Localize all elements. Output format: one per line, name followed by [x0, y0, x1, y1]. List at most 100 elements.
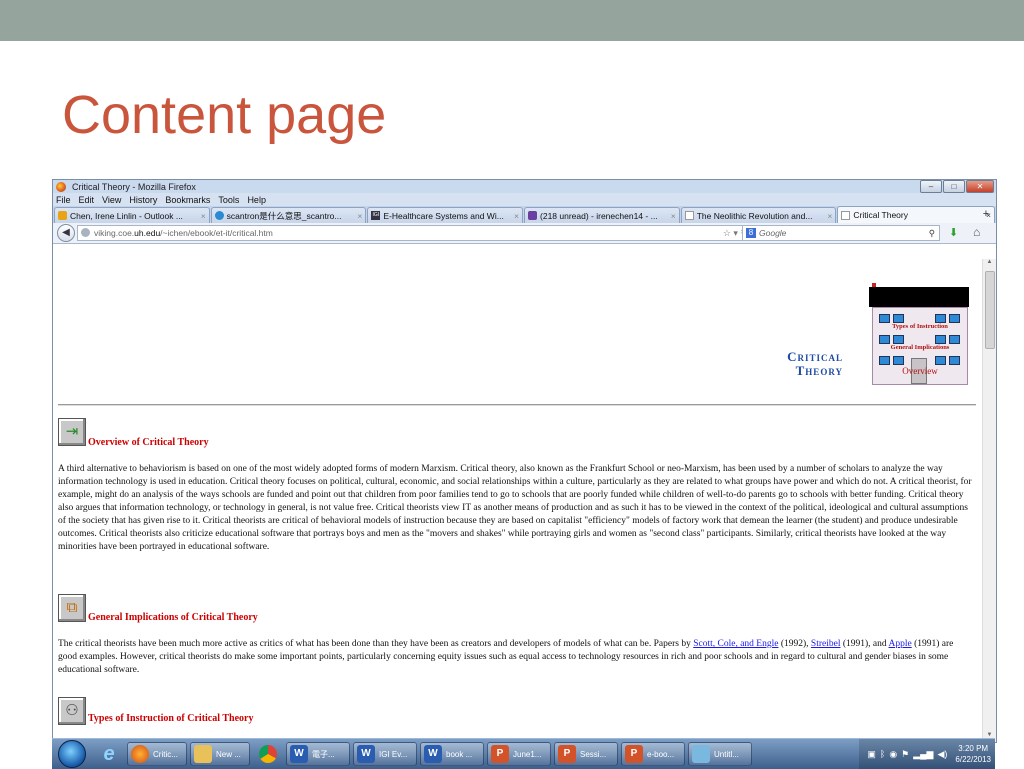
taskbar-label: June1... [513, 749, 542, 759]
box-icon: ⧉ [58, 594, 86, 622]
taskbar-ppt-1[interactable]: P June1... [487, 742, 551, 766]
maximize-button[interactable]: □ [943, 180, 965, 193]
navigation-bar: ◀ viking.coe.uh.edu/~ichen/ebook/et-it/c… [53, 223, 996, 244]
system-tray: ▣ ᛒ ◉ ⚑ ▂▄▆ ◀) 3:20 PM 6/22/2013 [859, 739, 995, 769]
building-roof [869, 287, 969, 307]
tab-ehealthcare[interactable]: IGI E-Healthcare Systems and Wi... × [367, 207, 524, 223]
link-scott-cole-engle[interactable]: Scott, Cole, and Engle [693, 639, 778, 649]
search-icon[interactable]: ⚲ [929, 226, 935, 240]
google-icon: 8 [746, 228, 756, 238]
navigation-building-image[interactable]: Types of Instruction General Implication… [869, 283, 969, 385]
web-page-content: Critical Theory Types of Instruction Gen… [53, 259, 982, 742]
page-icon [841, 210, 851, 220]
tab-close-icon[interactable]: × [514, 211, 519, 221]
search-placeholder: Google [759, 228, 787, 238]
clock-time: 3:20 PM [958, 744, 989, 753]
nav-overview[interactable]: Overview [873, 366, 967, 376]
browser-window: Critical Theory - Mozilla Firefox – □ ✕ … [52, 179, 997, 743]
home-icon[interactable]: ⌂ [973, 225, 980, 239]
vertical-scrollbar[interactable]: ▲ ▼ [982, 259, 996, 742]
logo-line-2: Theory [795, 363, 843, 378]
critical-theory-logo: Critical Theory [743, 350, 843, 378]
taskbar-untitled[interactable]: Untitl... [688, 742, 752, 766]
taskbar-word-2[interactable]: W IGI Ev... [353, 742, 417, 766]
taskbar-folder[interactable]: New ... [190, 742, 250, 766]
tab-close-icon[interactable]: × [357, 211, 362, 221]
taskbar-word-3[interactable]: Wbook ... [420, 742, 484, 766]
word-icon: W [290, 745, 308, 763]
url-prefix: viking.coe. [94, 228, 135, 238]
tab-close-icon[interactable]: × [827, 211, 832, 221]
word-icon: W [357, 745, 375, 763]
folder-icon [194, 745, 212, 763]
slide-title: Content page [62, 85, 387, 145]
tab-close-icon[interactable]: × [201, 211, 206, 221]
network-icon[interactable]: ▂▄▆ [913, 749, 933, 760]
back-button[interactable]: ◀ [57, 224, 75, 242]
nav-types-of-instruction[interactable]: Types of Instruction [873, 323, 967, 330]
new-tab-button[interactable]: + [978, 208, 994, 221]
taskbar-ppt-3[interactable]: Pe-boo... [621, 742, 685, 766]
nav-general-implications[interactable]: General Implications [873, 344, 967, 351]
taskbar-label: IGI Ev... [379, 749, 408, 759]
app-icon [692, 745, 710, 763]
taskbar-chrome[interactable] [253, 742, 283, 766]
bluetooth-icon[interactable]: ᛒ [880, 749, 885, 759]
clock[interactable]: 3:20 PM 6/22/2013 [955, 743, 991, 765]
powerpoint-icon: P [491, 745, 509, 763]
taskbar-firefox[interactable]: Critic... [127, 742, 187, 766]
tab-scantron[interactable]: scantron是什么意思_scantro... × [210, 207, 367, 223]
people-icon: ⚇ [58, 697, 86, 725]
flag-icon[interactable]: ⚑ [901, 749, 909, 760]
tab-label: The Neolithic Revolution and... [696, 210, 813, 221]
menu-bookmarks[interactable]: Bookmarks [165, 195, 210, 205]
tray-app-icon[interactable]: ▣ [867, 749, 876, 760]
minimize-button[interactable]: – [920, 180, 942, 193]
taskbar-label: New ... [216, 749, 241, 759]
taskbar-ppt-2[interactable]: P Sessi... [554, 742, 618, 766]
url-path: /~ichen/ebook/et-it/critical.htm [160, 228, 273, 238]
tab-outlook[interactable]: Chen, Irene Linlin - Outlook ... × [54, 207, 210, 223]
ie-icon: e [103, 742, 115, 765]
scroll-up-arrow[interactable]: ▲ [983, 259, 996, 269]
para-text: (1992), [778, 639, 811, 649]
tab-label: E-Healthcare Systems and Wi... [383, 210, 504, 221]
download-icon[interactable]: ⬇ [949, 226, 958, 239]
start-button[interactable] [58, 740, 86, 768]
tab-critical-theory[interactable]: Critical Theory × [837, 206, 996, 223]
powerpoint-icon: P [625, 745, 643, 763]
chrome-icon [259, 745, 277, 763]
tab-label: (218 unread) - irenechen14 - ... [540, 210, 658, 221]
volume-icon[interactable]: ◀) [937, 749, 947, 760]
menu-bar: File Edit View History Bookmarks Tools H… [53, 193, 996, 206]
tab-close-icon[interactable]: × [671, 211, 676, 221]
page-icon [684, 211, 694, 220]
logo-line-1: Critical [787, 349, 843, 364]
tab-mail[interactable]: (218 unread) - irenechen14 - ... × [524, 207, 680, 223]
menu-view[interactable]: View [102, 195, 121, 205]
link-apple[interactable]: Apple [889, 639, 912, 649]
search-box[interactable]: 8 Google ⚲ [742, 225, 940, 241]
menu-edit[interactable]: Edit [79, 195, 95, 205]
windows-taskbar: e Critic... New ... W 電子... W IGI Ev... Wb… [52, 738, 995, 769]
window-title: Critical Theory - Mozilla Firefox [72, 181, 196, 192]
taskbar-label: e-boo... [647, 749, 675, 759]
para-text: (1991), and [840, 639, 889, 649]
mail-icon [528, 211, 538, 220]
link-streibel[interactable]: Streibel [811, 639, 841, 649]
security-icon[interactable]: ◉ [889, 749, 897, 760]
globe-icon [81, 228, 90, 237]
menu-history[interactable]: History [129, 195, 157, 205]
menu-file[interactable]: File [56, 195, 71, 205]
taskbar-word-1[interactable]: W 電子... [286, 742, 350, 766]
taskbar-label: Critic... [153, 749, 178, 759]
menu-help[interactable]: Help [247, 195, 266, 205]
firefox-icon [56, 181, 66, 192]
close-button[interactable]: ✕ [966, 180, 994, 193]
taskbar-ie[interactable]: e [94, 742, 124, 766]
tab-neolithic[interactable]: The Neolithic Revolution and... × [680, 207, 837, 223]
menu-tools[interactable]: Tools [218, 195, 239, 205]
general-implications-paragraph: The critical theorists have been much mo… [58, 638, 973, 677]
scroll-thumb[interactable] [985, 271, 995, 349]
address-bar[interactable]: viking.coe.uh.edu/~ichen/ebook/et-it/cri… [77, 225, 755, 241]
